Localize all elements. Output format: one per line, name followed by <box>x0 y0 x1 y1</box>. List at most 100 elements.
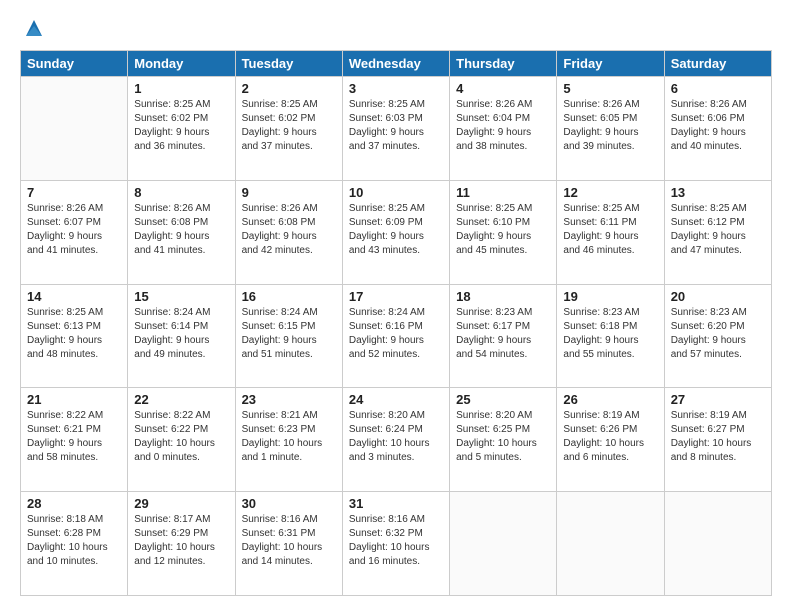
day-info: Sunrise: 8:16 AM Sunset: 6:32 PM Dayligh… <box>349 513 443 569</box>
day-info: Sunrise: 8:25 AM Sunset: 6:12 PM Dayligh… <box>671 202 765 258</box>
day-number: 31 <box>349 496 443 511</box>
page: SundayMondayTuesdayWednesdayThursdayFrid… <box>0 0 792 612</box>
day-number: 10 <box>349 185 443 200</box>
day-cell: 23 Sunrise: 8:21 AM Sunset: 6:23 PM Dayli… <box>235 388 342 492</box>
day-number: 25 <box>456 392 550 407</box>
day-cell: 12Sunrise: 8:25 AM Sunset: 6:11 PM Dayli… <box>557 180 664 284</box>
day-info: Sunrise: 8:25 AM Sunset: 6:09 PM Dayligh… <box>349 202 443 258</box>
week-row-3: 14 Sunrise: 8:25 AM Sunset: 6:13 PM Dayli… <box>21 284 772 388</box>
day-number: 17 <box>349 289 443 304</box>
day-number: 9 <box>242 185 336 200</box>
day-cell: 14 Sunrise: 8:25 AM Sunset: 6:13 PM Dayli… <box>21 284 128 388</box>
logo-icon <box>22 16 46 40</box>
day-info: Sunrise: 8:25 AM Sunset: 6:13 PM Dayligh… <box>27 306 121 362</box>
day-number: 29 <box>134 496 228 511</box>
day-cell: 22 Sunrise: 8:22 AM Sunset: 6:22 PM Dayli… <box>128 388 235 492</box>
column-header-monday: Monday <box>128 51 235 77</box>
day-number: 3 <box>349 81 443 96</box>
day-cell: 30 Sunrise: 8:16 AM Sunset: 6:31 PM Dayli… <box>235 492 342 596</box>
day-info: Sunrise: 8:26 AM Sunset: 6:07 PM Dayligh… <box>27 202 121 258</box>
day-info: Sunrise: 8:24 AM Sunset: 6:14 PM Dayligh… <box>134 306 228 362</box>
day-number: 21 <box>27 392 121 407</box>
day-number: 15 <box>134 289 228 304</box>
day-number: 6 <box>671 81 765 96</box>
day-number: 2 <box>242 81 336 96</box>
column-header-wednesday: Wednesday <box>342 51 449 77</box>
day-number: 14 <box>27 289 121 304</box>
day-number: 4 <box>456 81 550 96</box>
day-cell: 2 Sunrise: 8:25 AM Sunset: 6:02 PM Daylig… <box>235 77 342 181</box>
day-info: Sunrise: 8:16 AM Sunset: 6:31 PM Dayligh… <box>242 513 336 569</box>
day-info: Sunrise: 8:23 AM Sunset: 6:20 PM Dayligh… <box>671 306 765 362</box>
day-info: Sunrise: 8:24 AM Sunset: 6:15 PM Dayligh… <box>242 306 336 362</box>
day-info: Sunrise: 8:19 AM Sunset: 6:26 PM Dayligh… <box>563 409 657 465</box>
day-cell: 19 Sunrise: 8:23 AM Sunset: 6:18 PM Dayli… <box>557 284 664 388</box>
column-header-saturday: Saturday <box>664 51 771 77</box>
day-cell: 28 Sunrise: 8:18 AM Sunset: 6:28 PM Dayli… <box>21 492 128 596</box>
day-info: Sunrise: 8:20 AM Sunset: 6:25 PM Dayligh… <box>456 409 550 465</box>
day-cell: 6Sunrise: 8:26 AM Sunset: 6:06 PM Daylig… <box>664 77 771 181</box>
day-info: Sunrise: 8:26 AM Sunset: 6:04 PM Dayligh… <box>456 98 550 154</box>
day-cell: 11Sunrise: 8:25 AM Sunset: 6:10 PM Dayli… <box>450 180 557 284</box>
day-cell: 3 Sunrise: 8:25 AM Sunset: 6:03 PM Daylig… <box>342 77 449 181</box>
day-info: Sunrise: 8:25 AM Sunset: 6:03 PM Dayligh… <box>349 98 443 154</box>
day-cell <box>557 492 664 596</box>
day-cell: 26Sunrise: 8:19 AM Sunset: 6:26 PM Dayli… <box>557 388 664 492</box>
header <box>20 16 772 40</box>
day-cell: 29 Sunrise: 8:17 AM Sunset: 6:29 PM Dayli… <box>128 492 235 596</box>
day-cell: 24Sunrise: 8:20 AM Sunset: 6:24 PM Dayli… <box>342 388 449 492</box>
day-info: Sunrise: 8:25 AM Sunset: 6:02 PM Dayligh… <box>242 98 336 154</box>
day-cell <box>450 492 557 596</box>
day-cell: 20Sunrise: 8:23 AM Sunset: 6:20 PM Dayli… <box>664 284 771 388</box>
day-info: Sunrise: 8:17 AM Sunset: 6:29 PM Dayligh… <box>134 513 228 569</box>
column-header-thursday: Thursday <box>450 51 557 77</box>
column-header-friday: Friday <box>557 51 664 77</box>
day-number: 5 <box>563 81 657 96</box>
day-cell: 10 Sunrise: 8:25 AM Sunset: 6:09 PM Dayli… <box>342 180 449 284</box>
day-number: 13 <box>671 185 765 200</box>
day-number: 23 <box>242 392 336 407</box>
day-cell: 15 Sunrise: 8:24 AM Sunset: 6:14 PM Dayli… <box>128 284 235 388</box>
day-info: Sunrise: 8:24 AM Sunset: 6:16 PM Dayligh… <box>349 306 443 362</box>
week-row-5: 28 Sunrise: 8:18 AM Sunset: 6:28 PM Dayli… <box>21 492 772 596</box>
day-cell: 21 Sunrise: 8:22 AM Sunset: 6:21 PM Dayli… <box>21 388 128 492</box>
day-cell: 27Sunrise: 8:19 AM Sunset: 6:27 PM Dayli… <box>664 388 771 492</box>
day-number: 19 <box>563 289 657 304</box>
day-cell: 4 Sunrise: 8:26 AM Sunset: 6:04 PM Daylig… <box>450 77 557 181</box>
week-row-4: 21 Sunrise: 8:22 AM Sunset: 6:21 PM Dayli… <box>21 388 772 492</box>
day-number: 22 <box>134 392 228 407</box>
day-info: Sunrise: 8:18 AM Sunset: 6:28 PM Dayligh… <box>27 513 121 569</box>
day-info: Sunrise: 8:22 AM Sunset: 6:21 PM Dayligh… <box>27 409 121 465</box>
day-info: Sunrise: 8:23 AM Sunset: 6:18 PM Dayligh… <box>563 306 657 362</box>
week-row-1: 1Sunrise: 8:25 AM Sunset: 6:02 PM Daylig… <box>21 77 772 181</box>
day-cell: 17 Sunrise: 8:24 AM Sunset: 6:16 PM Dayli… <box>342 284 449 388</box>
day-cell: 25 Sunrise: 8:20 AM Sunset: 6:25 PM Dayli… <box>450 388 557 492</box>
day-cell: 8Sunrise: 8:26 AM Sunset: 6:08 PM Daylig… <box>128 180 235 284</box>
day-number: 7 <box>27 185 121 200</box>
day-number: 11 <box>456 185 550 200</box>
day-cell: 31 Sunrise: 8:16 AM Sunset: 6:32 PM Dayli… <box>342 492 449 596</box>
day-number: 30 <box>242 496 336 511</box>
day-number: 28 <box>27 496 121 511</box>
day-cell: 18 Sunrise: 8:23 AM Sunset: 6:17 PM Dayli… <box>450 284 557 388</box>
day-number: 18 <box>456 289 550 304</box>
day-info: Sunrise: 8:25 AM Sunset: 6:02 PM Dayligh… <box>134 98 228 154</box>
day-info: Sunrise: 8:23 AM Sunset: 6:17 PM Dayligh… <box>456 306 550 362</box>
week-row-2: 7 Sunrise: 8:26 AM Sunset: 6:07 PM Daylig… <box>21 180 772 284</box>
day-info: Sunrise: 8:20 AM Sunset: 6:24 PM Dayligh… <box>349 409 443 465</box>
day-number: 8 <box>134 185 228 200</box>
day-cell <box>664 492 771 596</box>
day-info: Sunrise: 8:21 AM Sunset: 6:23 PM Dayligh… <box>242 409 336 465</box>
day-info: Sunrise: 8:26 AM Sunset: 6:08 PM Dayligh… <box>242 202 336 258</box>
day-cell <box>21 77 128 181</box>
day-info: Sunrise: 8:25 AM Sunset: 6:11 PM Dayligh… <box>563 202 657 258</box>
logo <box>20 16 46 40</box>
day-cell: 16 Sunrise: 8:24 AM Sunset: 6:15 PM Dayli… <box>235 284 342 388</box>
day-cell: 7 Sunrise: 8:26 AM Sunset: 6:07 PM Daylig… <box>21 180 128 284</box>
column-header-tuesday: Tuesday <box>235 51 342 77</box>
day-info: Sunrise: 8:22 AM Sunset: 6:22 PM Dayligh… <box>134 409 228 465</box>
day-cell: 13 Sunrise: 8:25 AM Sunset: 6:12 PM Dayli… <box>664 180 771 284</box>
day-info: Sunrise: 8:19 AM Sunset: 6:27 PM Dayligh… <box>671 409 765 465</box>
day-number: 16 <box>242 289 336 304</box>
day-cell: 9 Sunrise: 8:26 AM Sunset: 6:08 PM Daylig… <box>235 180 342 284</box>
